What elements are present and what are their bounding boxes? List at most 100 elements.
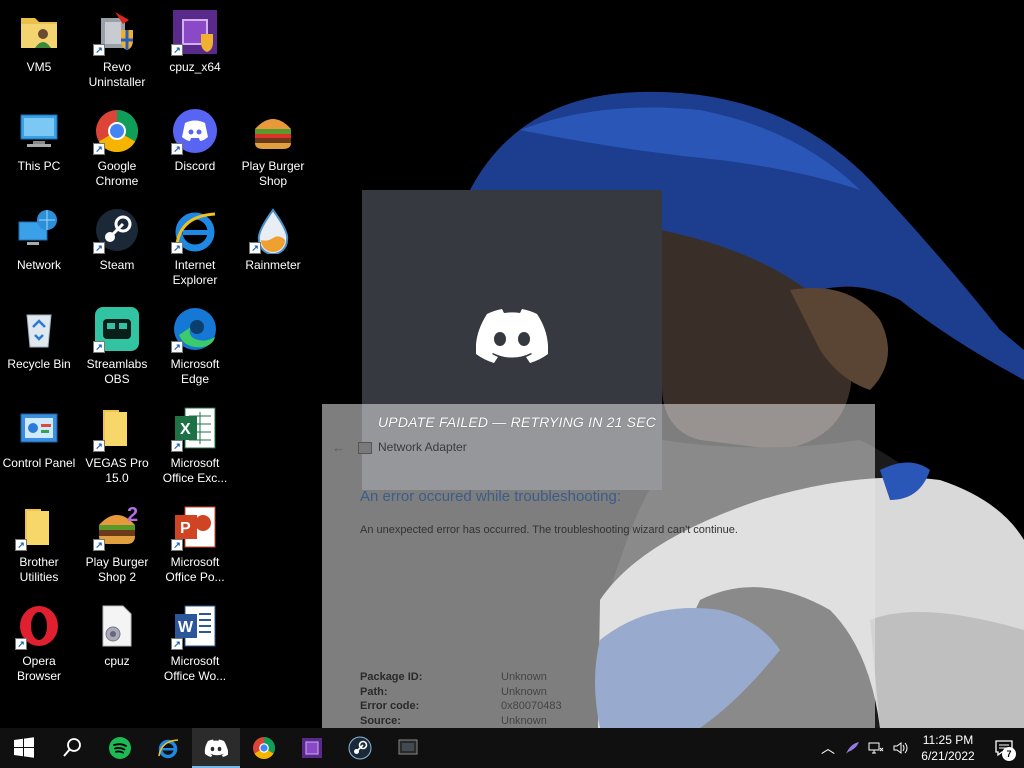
desktop-icon-recycle-bin[interactable]: Recycle Bin [0, 299, 78, 394]
shortcut-arrow-icon: ↗ [93, 341, 105, 353]
shortcut-arrow-icon: ↗ [171, 539, 183, 551]
shortcut-arrow-icon: ↗ [171, 440, 183, 452]
edge-icon: ↗ [171, 305, 219, 353]
notification-count-badge: 7 [1002, 747, 1016, 761]
this-pc-icon [15, 107, 63, 155]
network-adapter-icon [358, 442, 372, 454]
streamlabs-icon: ↗ [93, 305, 141, 353]
folder-icon: ↗ [15, 503, 63, 551]
desktop-icon-this-pc[interactable]: This PC [0, 101, 78, 196]
back-arrow-icon[interactable]: ← [332, 440, 345, 455]
error-description: An unexpected error has occurred. The tr… [360, 524, 738, 536]
desktop-icon-cpuz[interactable]: cpuz [78, 596, 156, 691]
taskbar: ︿ 11:25 PM 6/21/2022 7 [0, 728, 1024, 768]
desktop-icon-cpuz-x64[interactable]: ↗ cpuz_x64 [156, 2, 234, 97]
discord-logo-icon [476, 309, 548, 363]
shortcut-arrow-icon: ↗ [171, 143, 183, 155]
desktop-icon-microsoft-edge[interactable]: ↗ Microsoft Edge [156, 299, 234, 394]
discord-icon [204, 739, 228, 757]
desktop-icon-play-burger-shop-2[interactable]: 2 ↗ Play Burger Shop 2 [78, 497, 156, 592]
desktop-icon-brother-utilities[interactable]: ↗ Brother Utilities [0, 497, 78, 592]
discord-update-status: UPDATE FAILED — RETRYING IN 21 SEC [378, 414, 657, 430]
taskbar-steam[interactable] [336, 728, 384, 768]
internet-explorer-icon: ↗ [171, 206, 219, 254]
shortcut-arrow-icon: ↗ [93, 242, 105, 254]
desktop-icon-internet-explorer[interactable]: ↗ Internet Explorer [156, 200, 234, 295]
taskbar-cpuz[interactable] [288, 728, 336, 768]
shortcut-arrow-icon: ↗ [15, 638, 27, 650]
network-status-icon[interactable] [864, 728, 888, 768]
detail-row-package-id: Package ID: Unknown [360, 671, 547, 683]
desktop-icon-vm5[interactable]: VM5 [0, 2, 78, 97]
detail-row-source: Source: Unknown [360, 714, 547, 727]
shortcut-arrow-icon: ↗ [171, 44, 183, 56]
taskbar-internet-explorer[interactable] [144, 728, 192, 768]
shortcut-arrow-icon: ↗ [93, 440, 105, 452]
burger-2-icon: 2 ↗ [93, 503, 141, 551]
troubleshooter-window: UPDATE FAILED — RETRYING IN 21 SEC ← Net… [322, 404, 875, 728]
taskbar-discord[interactable] [192, 728, 240, 768]
windows-logo-icon [14, 737, 34, 758]
search-icon [63, 738, 81, 757]
svg-text:W: W [178, 619, 194, 636]
desktop-icon-google-chrome[interactable]: ↗ Google Chrome [78, 101, 156, 196]
steam-icon [348, 736, 372, 760]
excel-icon: X ↗ [171, 404, 219, 452]
discord-icon: ↗ [171, 107, 219, 155]
virtual-machine-icon [398, 739, 418, 755]
shortcut-arrow-icon: ↗ [171, 638, 183, 650]
desktop-icon-play-burger-shop[interactable]: Play Burger Shop [234, 101, 312, 196]
shortcut-arrow-icon: ↗ [171, 341, 183, 353]
svg-text:2: 2 [127, 504, 138, 526]
chrome-icon [253, 737, 275, 759]
desktop-icon-opera[interactable]: ↗ Opera Browser [0, 596, 78, 691]
desktop-icon-microsoft-word[interactable]: W ↗ Microsoft Office Wo... [156, 596, 234, 691]
error-details: Package ID: Unknown Path: Unknown Error … [360, 670, 562, 728]
taskbar-spotify[interactable] [96, 728, 144, 768]
desktop-icon-steam[interactable]: ↗ Steam [78, 200, 156, 295]
burger-icon [249, 107, 297, 155]
svg-text:P: P [180, 520, 191, 537]
cpuz-icon [302, 738, 322, 758]
shortcut-arrow-icon: ↗ [93, 44, 105, 56]
feather-icon[interactable] [840, 728, 864, 768]
spotify-icon [109, 737, 131, 759]
show-hidden-icons-chevron-icon[interactable]: ︿ [816, 728, 840, 768]
taskbar-virtual-machine[interactable] [384, 728, 432, 768]
folder-user-icon [15, 8, 63, 56]
clock-time: 11:25 PM [922, 733, 974, 747]
error-heading: An error occured while troubleshooting: [360, 488, 621, 505]
taskbar-chrome[interactable] [240, 728, 288, 768]
desktop-icon-microsoft-excel[interactable]: X ↗ Microsoft Office Exc... [156, 398, 234, 493]
shortcut-arrow-icon: ↗ [171, 242, 183, 254]
desktop-icon-streamlabs-obs[interactable]: ↗ Streamlabs OBS [78, 299, 156, 394]
detail-row-error-code: Error code: 0x80070483 [360, 700, 562, 712]
search-button[interactable] [48, 728, 96, 768]
window-title: Network Adapter [378, 440, 467, 454]
system-clock[interactable]: 11:25 PM 6/21/2022 [912, 732, 984, 764]
shortcut-arrow-icon: ↗ [15, 539, 27, 551]
cpuz-icon: ↗ [171, 8, 219, 56]
desktop-icon-microsoft-powerpoint[interactable]: P ↗ Microsoft Office Po... [156, 497, 234, 592]
chrome-icon: ↗ [93, 107, 141, 155]
shortcut-arrow-icon: ↗ [93, 539, 105, 551]
svg-text:X: X [180, 421, 191, 438]
clock-date: 6/21/2022 [921, 749, 975, 763]
desktop-icon-discord[interactable]: ↗ Discord [156, 101, 234, 196]
desktop-icon-vegas-pro[interactable]: ↗ VEGAS Pro 15.0 [78, 398, 156, 493]
action-center-button[interactable]: 7 [984, 728, 1024, 768]
revo-uninstaller-icon: ↗ [93, 8, 141, 56]
desktop-icon-network[interactable]: Network [0, 200, 78, 295]
detail-row-path: Path: Unknown [360, 685, 547, 698]
start-button[interactable] [0, 728, 48, 768]
word-icon: W ↗ [171, 602, 219, 650]
folder-icon: ↗ [93, 404, 141, 452]
desktop-icon-revo-uninstaller[interactable]: ↗ Revo Uninstaller [78, 2, 156, 97]
cpuz-file-icon [93, 602, 141, 650]
volume-icon[interactable] [888, 728, 912, 768]
internet-explorer-icon [158, 739, 179, 759]
desktop-icon-control-panel[interactable]: Control Panel [0, 398, 78, 493]
desktop-icon-rainmeter[interactable]: ↗ Rainmeter [234, 200, 312, 295]
shortcut-arrow-icon: ↗ [93, 143, 105, 155]
control-panel-icon [15, 404, 63, 452]
